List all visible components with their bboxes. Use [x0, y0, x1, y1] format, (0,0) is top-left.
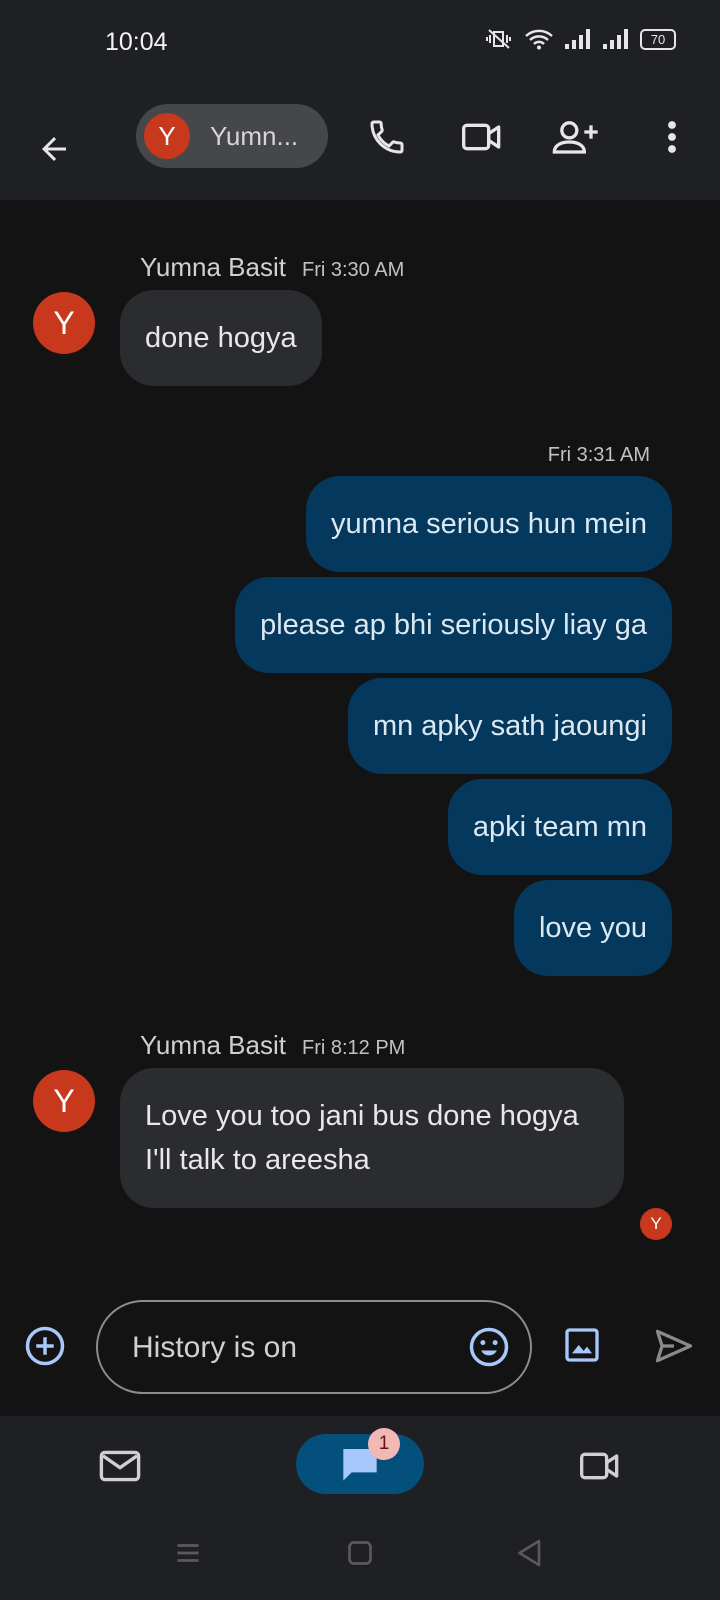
status-bar: 10:04 70	[0, 0, 720, 90]
nav-mail-tab[interactable]	[98, 1446, 142, 1486]
menu-lines-icon	[177, 1544, 199, 1562]
sender-avatar[interactable]: Y	[33, 292, 95, 354]
incoming-message-bubble[interactable]: done hogya	[120, 290, 322, 386]
system-back-button[interactable]	[512, 1535, 548, 1571]
mail-icon	[99, 1450, 141, 1482]
home-button[interactable]	[342, 1535, 378, 1571]
sender-name: Yumna Basit	[140, 1030, 286, 1060]
video-call-button[interactable]	[455, 110, 509, 164]
message-timestamp: Fri 3:31 AM	[547, 444, 650, 466]
contact-chip[interactable]: Y Yumn...	[136, 104, 328, 168]
video-camera-icon	[461, 123, 501, 151]
send-button[interactable]	[652, 1324, 696, 1368]
vibrate-off-icon	[486, 29, 511, 49]
video-camera-icon	[580, 1452, 619, 1480]
sender-name: Yumna Basit	[140, 252, 286, 282]
gallery-button[interactable]	[562, 1325, 602, 1365]
back-button[interactable]	[30, 125, 78, 173]
outgoing-message-bubble[interactable]: mn apky sath jaoungi	[347, 678, 672, 774]
outgoing-message-bubble[interactable]: yumna serious hun mein	[306, 476, 672, 572]
incoming-message-bubble[interactable]: Love you too jani bus done hogya I'll ta…	[120, 1068, 624, 1208]
signal-icon-2	[603, 29, 628, 49]
nav-video-tab[interactable]	[578, 1446, 622, 1486]
triangle-back-icon	[518, 1539, 541, 1567]
message-sender-line: Yumna Basit Fri 3:30 AM	[140, 252, 404, 283]
battery-icon: 70	[640, 28, 676, 50]
more-options-button[interactable]	[645, 110, 699, 164]
outgoing-message-bubble[interactable]: love you	[513, 880, 672, 976]
sender-avatar[interactable]: Y	[33, 1070, 95, 1132]
bottom-navigation: 1	[0, 1416, 720, 1600]
contact-name: Yumn...	[210, 120, 299, 151]
call-button[interactable]	[360, 110, 414, 164]
emoji-icon	[469, 1327, 509, 1367]
message-timestamp: Fri 3:30 AM	[301, 259, 405, 281]
add-attachment-button[interactable]	[24, 1325, 66, 1367]
status-icons: 70	[484, 28, 676, 50]
unread-badge: 1	[368, 1428, 400, 1460]
more-vert-icon	[668, 121, 676, 153]
message-input[interactable]	[130, 1302, 434, 1394]
home-square-icon	[348, 1541, 372, 1565]
send-icon	[655, 1329, 693, 1363]
conversation-header: Y Yumn...	[0, 90, 720, 200]
add-circle-icon	[25, 1326, 65, 1366]
emoji-button[interactable]	[468, 1326, 510, 1368]
message-timestamp: Fri 8:12 PM	[301, 1037, 406, 1059]
compose-box	[96, 1300, 532, 1394]
outgoing-message-bubble[interactable]: apki team mn	[447, 779, 672, 875]
wifi-icon	[525, 29, 553, 50]
outgoing-message-bubble[interactable]: please ap bhi seriously liay ga	[235, 577, 672, 673]
add-people-button[interactable]	[548, 110, 604, 164]
person-add-icon	[552, 121, 598, 154]
signal-icon	[565, 29, 590, 49]
read-receipt-avatar: Y	[640, 1208, 672, 1240]
phone-icon	[370, 120, 404, 154]
arrow-back-icon	[42, 137, 66, 161]
recents-button[interactable]	[170, 1535, 206, 1571]
nav-chat-tab[interactable]: 1	[296, 1428, 424, 1494]
message-sender-line: Yumna Basit Fri 8:12 PM	[140, 1030, 405, 1061]
image-icon	[565, 1328, 599, 1362]
status-time: 10:04	[105, 28, 168, 56]
contact-avatar: Y	[144, 113, 190, 159]
